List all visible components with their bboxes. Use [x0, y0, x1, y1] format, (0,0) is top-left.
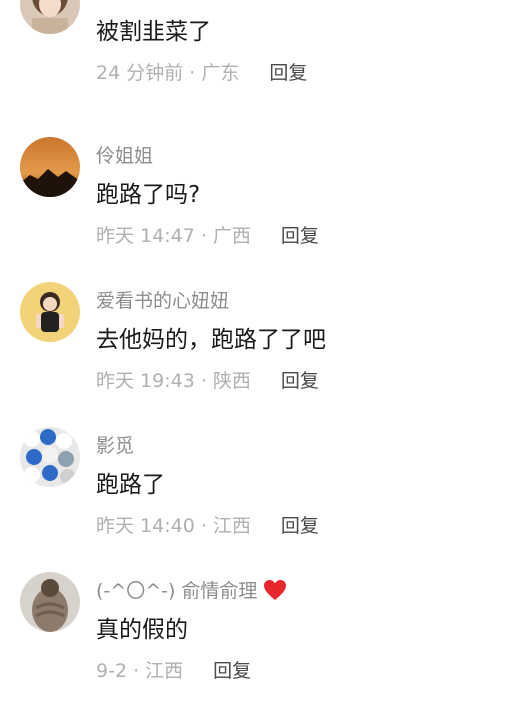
reply-button[interactable]: 回复: [213, 656, 251, 683]
red-heart-icon: [263, 579, 287, 601]
comment-text: 跑路了吗?: [96, 182, 201, 208]
comment-meta: 昨天 14:47 · 广西 回复: [96, 221, 319, 248]
comment-username[interactable]: 伶姐姐: [96, 141, 153, 168]
avatar[interactable]: [20, 282, 80, 342]
comment-username-text: (-^〇^-) 俞情俞理: [96, 580, 258, 602]
avatar[interactable]: [20, 137, 80, 197]
comment-username[interactable]: 爱看书的心妞妞: [96, 286, 229, 313]
comment-time-location: 9-2 · 江西: [96, 660, 184, 682]
avatar[interactable]: [20, 572, 80, 632]
reply-button[interactable]: 回复: [281, 511, 319, 538]
reply-button[interactable]: 回复: [281, 366, 319, 393]
reply-button[interactable]: 回复: [281, 221, 319, 248]
comment-text: 跑路了: [96, 472, 165, 498]
comment-text: 去他妈的，跑路了了吧: [96, 327, 326, 353]
comment-time-location: 昨天 14:47 · 广西: [96, 225, 251, 247]
comment-text: 真的假的: [96, 617, 188, 643]
comment-meta: 24 分钟前 · 广东 回复: [96, 58, 307, 85]
avatar[interactable]: [20, 427, 80, 487]
comment-feed: 被割韭菜了 24 分钟前 · 广东 回复 伶姐姐 跑路了吗? 昨天 14:47 …: [0, 0, 524, 710]
comment-meta: 9-2 · 江西 回复: [96, 656, 251, 683]
comment-meta: 昨天 14:40 · 江西 回复: [96, 511, 319, 538]
comment-meta: 昨天 19:43 · 陕西 回复: [96, 366, 319, 393]
comment-time-location: 24 分钟前 · 广东: [96, 62, 240, 84]
comment-username[interactable]: (-^〇^-) 俞情俞理: [96, 576, 287, 603]
avatar[interactable]: [20, 0, 80, 34]
comment-username[interactable]: 影觅: [96, 431, 134, 458]
comment-time-location: 昨天 14:40 · 江西: [96, 515, 251, 537]
reply-button[interactable]: 回复: [269, 58, 307, 85]
comment-text: 被割韭菜了: [96, 19, 211, 45]
comment-time-location: 昨天 19:43 · 陕西: [96, 370, 251, 392]
